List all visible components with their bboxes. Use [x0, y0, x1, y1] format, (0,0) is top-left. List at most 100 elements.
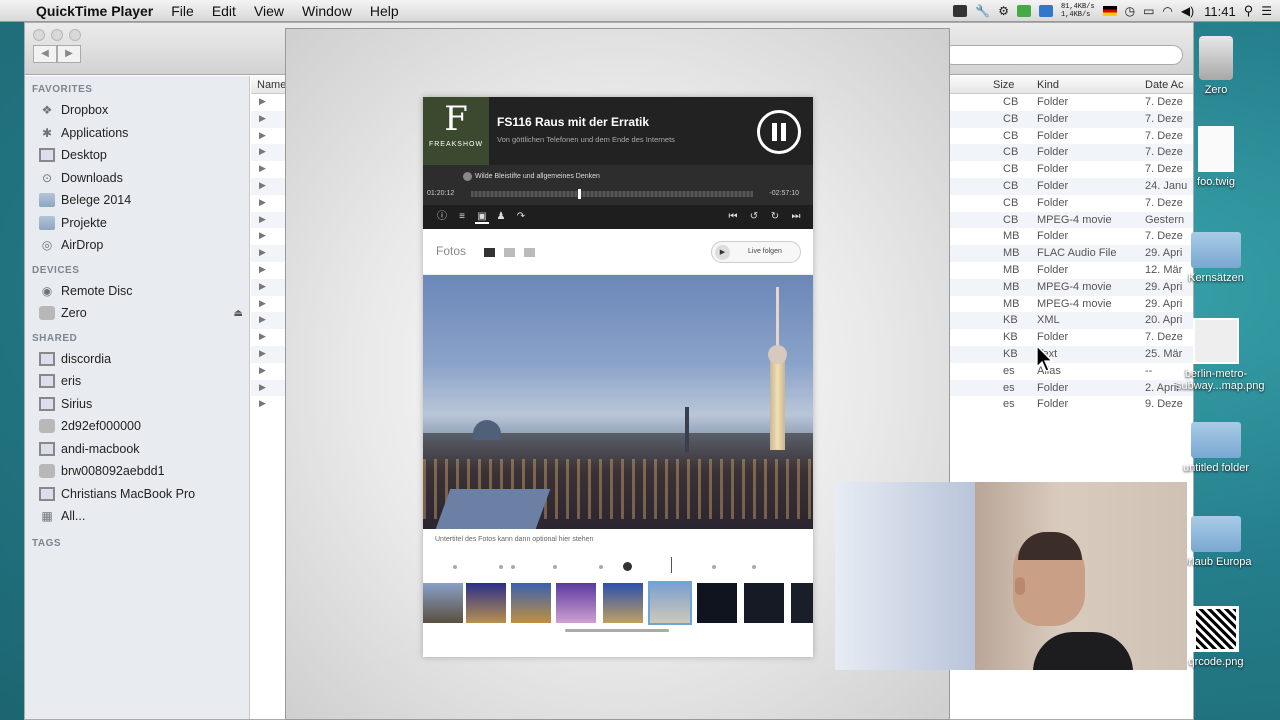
zoom-icon[interactable] — [69, 29, 81, 41]
sidebar-item-projekte[interactable]: Projekte — [25, 212, 249, 235]
disclosure-triangle-icon[interactable]: ▶ — [259, 264, 266, 275]
thumbnail[interactable] — [744, 583, 784, 623]
disclosure-triangle-icon[interactable]: ▶ — [259, 130, 266, 141]
column-size[interactable]: Size — [993, 79, 1014, 91]
volume-icon[interactable]: ◀) — [1181, 4, 1194, 18]
desktop-icon-file[interactable]: foo.twig — [1176, 126, 1256, 188]
notification-center-icon[interactable]: ☰ — [1261, 4, 1272, 18]
grid-view-icon[interactable] — [504, 248, 515, 257]
disclosure-triangle-icon[interactable]: ▶ — [259, 96, 266, 107]
sidebar-item-shared[interactable]: andi-macbook — [25, 438, 249, 461]
rewind-icon[interactable]: ↺ — [747, 210, 761, 224]
live-follow-button[interactable]: ▶ Live folgen — [711, 241, 801, 263]
disclosure-triangle-icon[interactable]: ▶ — [259, 298, 266, 309]
list-view-icon[interactable] — [524, 248, 535, 257]
sidebar-item-downloads[interactable]: ⊙ Downloads — [25, 167, 249, 190]
skip-back-icon[interactable]: ⏮ — [726, 210, 740, 224]
timeline-dot[interactable] — [499, 565, 503, 569]
sidebar-item-shared[interactable]: Sirius — [25, 393, 249, 416]
status-app-icon[interactable] — [953, 5, 968, 17]
column-kind[interactable]: Kind — [1037, 79, 1059, 91]
back-button[interactable]: ◀ — [33, 45, 57, 63]
skip-forward-icon[interactable]: ⏭ — [789, 210, 803, 224]
progress-track[interactable] — [471, 189, 753, 199]
wifi-icon[interactable]: ◠ — [1162, 4, 1172, 18]
thumbnail[interactable] — [423, 583, 463, 623]
thumbnail[interactable] — [603, 583, 643, 623]
disclosure-triangle-icon[interactable]: ▶ — [259, 113, 266, 124]
input-source-flag-icon[interactable] — [1102, 6, 1117, 16]
sidebar-item-dropbox[interactable]: ❖ Dropbox — [25, 99, 249, 122]
thumbnail[interactable] — [511, 583, 551, 623]
share-icon[interactable]: ↷ — [514, 210, 528, 224]
menu-help[interactable]: Help — [370, 3, 399, 19]
sidebar-item-desktop[interactable]: Desktop — [25, 144, 249, 167]
desktop-icon-zero[interactable]: Zero — [1176, 36, 1256, 96]
minimize-icon[interactable] — [51, 29, 63, 41]
disclosure-triangle-icon[interactable]: ▶ — [259, 382, 266, 393]
timeline-dot[interactable] — [553, 565, 557, 569]
thumbnail-scrollbar[interactable] — [565, 629, 669, 632]
disclosure-triangle-icon[interactable]: ▶ — [259, 314, 266, 325]
disclosure-triangle-icon[interactable]: ▶ — [259, 214, 266, 225]
photo-timeline[interactable] — [423, 553, 813, 579]
battery-icon[interactable]: ▭ — [1143, 4, 1154, 18]
single-view-icon[interactable] — [484, 248, 495, 257]
timeline-dot-active[interactable] — [623, 562, 632, 571]
status-display-icon[interactable] — [1038, 5, 1053, 17]
disclosure-triangle-icon[interactable]: ▶ — [259, 163, 266, 174]
menu-clock[interactable]: 11:41 — [1204, 4, 1236, 19]
desktop-icon-folder[interactable]: untitled folder — [1176, 422, 1256, 474]
timeline-dot[interactable] — [511, 565, 515, 569]
people-icon[interactable]: ♟ — [494, 210, 508, 224]
forward-30-icon[interactable]: ↻ — [768, 210, 782, 224]
sidebar-item-shared[interactable]: brw008092aebdd1 — [25, 460, 249, 483]
column-name[interactable]: Name — [257, 79, 286, 91]
disclosure-triangle-icon[interactable]: ▶ — [259, 281, 266, 292]
thumbnail[interactable] — [466, 583, 506, 623]
thumbnail[interactable] — [791, 583, 813, 623]
wrench-icon[interactable]: 🔧 — [975, 4, 990, 18]
disclosure-triangle-icon[interactable]: ▶ — [259, 348, 266, 359]
spotlight-search-icon[interactable]: ⚲ — [1244, 3, 1254, 19]
desktop-icon-folder[interactable]: Kernsätzen — [1176, 232, 1256, 284]
status-gear-icon[interactable]: ⚙ — [998, 4, 1009, 18]
disclosure-triangle-icon[interactable]: ▶ — [259, 230, 266, 241]
thumbnail-selected[interactable] — [648, 581, 692, 625]
time-machine-icon[interactable]: ◷ — [1125, 4, 1135, 18]
disclosure-triangle-icon[interactable]: ▶ — [259, 180, 266, 191]
disclosure-triangle-icon[interactable]: ▶ — [259, 197, 266, 208]
sidebar-item-shared[interactable]: 2d92ef000000 — [25, 415, 249, 438]
progress-knob[interactable] — [578, 189, 582, 199]
desktop-icon-qrcode[interactable]: qrcode.png — [1176, 606, 1256, 668]
menu-window[interactable]: Window — [302, 3, 352, 19]
sidebar-item-shared[interactable]: discordia — [25, 348, 249, 371]
menu-app-name[interactable]: QuickTime Player — [36, 3, 153, 19]
disclosure-triangle-icon[interactable]: ▶ — [259, 365, 266, 376]
timeline-dot[interactable] — [752, 565, 756, 569]
sidebar-item-all[interactable]: ▦ All... — [25, 505, 249, 528]
main-photo[interactable] — [423, 275, 813, 529]
status-sync-icon[interactable] — [1016, 5, 1031, 17]
sidebar-item-belege[interactable]: Belege 2014 — [25, 189, 249, 212]
pause-button[interactable] — [757, 110, 801, 154]
disclosure-triangle-icon[interactable]: ▶ — [259, 398, 266, 409]
close-icon[interactable] — [33, 29, 45, 41]
sidebar-item-shared[interactable]: eris — [25, 370, 249, 393]
sidebar-item-remote-disc[interactable]: ◉ Remote Disc — [25, 280, 249, 303]
forward-button[interactable]: ▶ — [57, 45, 81, 63]
sidebar-item-applications[interactable]: ✱ Applications — [25, 122, 249, 145]
timeline-dot[interactable] — [712, 565, 716, 569]
thumbnail[interactable] — [697, 583, 737, 623]
thumbnail[interactable] — [556, 583, 596, 623]
timeline-dot[interactable] — [453, 565, 457, 569]
sidebar-item-zero[interactable]: Zero ⏏ — [25, 302, 249, 325]
menu-file[interactable]: File — [171, 3, 194, 19]
sidebar-item-airdrop[interactable]: ◎ AirDrop — [25, 234, 249, 257]
menu-edit[interactable]: Edit — [212, 3, 236, 19]
desktop-icon-folder[interactable]: Urlaub Europa — [1176, 516, 1256, 568]
disclosure-triangle-icon[interactable]: ▶ — [259, 247, 266, 258]
timeline-dot[interactable] — [599, 565, 603, 569]
menu-view[interactable]: View — [254, 3, 284, 19]
disclosure-triangle-icon[interactable]: ▶ — [259, 331, 266, 342]
